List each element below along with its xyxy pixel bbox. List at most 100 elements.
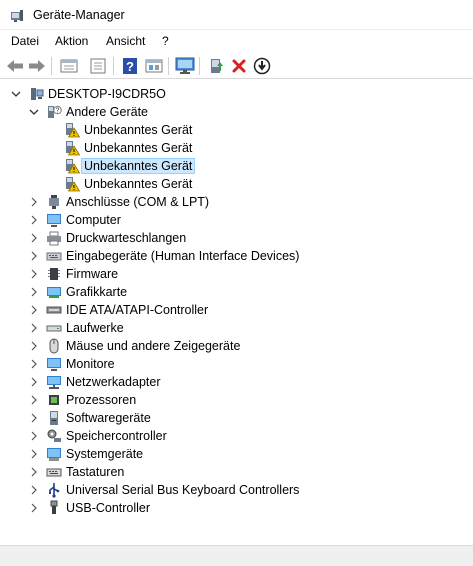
chevron-right-icon[interactable] (28, 250, 40, 262)
chevron-down-icon[interactable] (28, 106, 40, 118)
device-manager-icon (11, 10, 23, 22)
network-adapter-icon (47, 376, 61, 389)
mouse-icon (49, 338, 59, 354)
tree-item-system-devices[interactable]: Systemgeräte (0, 445, 473, 463)
back-button[interactable] (4, 55, 26, 77)
chevron-right-icon[interactable] (28, 448, 40, 460)
tree-item-software-devices[interactable]: Softwaregeräte (0, 409, 473, 427)
menu-help[interactable]: ? (162, 34, 169, 48)
toolbar-separator (51, 57, 52, 75)
tree-item-label: Unbekanntes Gerät (80, 158, 196, 174)
ide-controller-icon (46, 306, 62, 314)
device-tree: DESKTOP-I9CDR5O ? Andere Geräte Unbekann… (0, 83, 473, 545)
monitor-icon (47, 214, 61, 227)
update-driver-button[interactable] (205, 55, 227, 77)
forward-button[interactable] (26, 55, 48, 77)
properties-icon (60, 59, 78, 73)
tree-item-storage-controllers[interactable]: Speichercontroller (0, 427, 473, 445)
chevron-right-icon[interactable] (28, 214, 40, 226)
tree-item-label: USB-Controller (66, 501, 151, 515)
tree-item-usb-keyboard-controllers[interactable]: Universal Serial Bus Keyboard Controller… (0, 481, 473, 499)
tree-item-label: Anschlüsse (COM & LPT) (66, 195, 210, 209)
tree-item-label: Unbekanntes Gerät (84, 123, 193, 137)
tree-item-network[interactable]: Netzwerkadapter (0, 373, 473, 391)
monitor-scan-icon (175, 57, 195, 74)
help-icon: ? (123, 58, 137, 74)
window-title: Geräte-Manager (33, 8, 125, 22)
root-label: DESKTOP-I9CDR5O (48, 87, 166, 101)
tree-item-hid[interactable]: Eingabegeräte (Human Interface Devices) (0, 247, 473, 265)
tree-item-label: Mäuse und andere Zeigegeräte (66, 339, 241, 353)
tree-item-label: Tastaturen (66, 465, 125, 479)
forward-arrow-icon (29, 60, 45, 72)
menu-ansicht[interactable]: Ansicht (106, 34, 145, 48)
properties-button[interactable] (58, 55, 80, 77)
chevron-right-icon[interactable] (28, 394, 40, 406)
resource-view-icon (145, 59, 163, 73)
tree-item-unknown-device[interactable]: Unbekanntes Gerät (0, 121, 473, 139)
status-bar (0, 545, 473, 566)
chevron-right-icon[interactable] (28, 376, 40, 388)
resource-view-button[interactable] (143, 55, 165, 77)
scan-hardware-button[interactable] (174, 55, 196, 77)
tree-item-keyboards[interactable]: Tastaturen (0, 463, 473, 481)
chevron-right-icon[interactable] (28, 232, 40, 244)
tree-item-label: Eingabegeräte (Human Interface Devices) (66, 249, 300, 263)
tree-item-ports[interactable]: Anschlüsse (COM & LPT) (0, 193, 473, 211)
toolbar-separator (199, 57, 200, 75)
tree-item-computer[interactable]: Computer (0, 211, 473, 229)
tree-item-label: Systemgeräte (66, 447, 144, 461)
list-view-icon (90, 58, 106, 74)
chevron-right-icon[interactable] (28, 412, 40, 424)
chevron-right-icon[interactable] (28, 268, 40, 280)
help-button[interactable]: ? (119, 55, 141, 77)
warning-device-icon (66, 177, 80, 192)
chevron-right-icon[interactable] (28, 286, 40, 298)
uninstall-icon (232, 59, 246, 73)
tree-root[interactable]: DESKTOP-I9CDR5O (0, 85, 473, 103)
tree-item-ide[interactable]: IDE ATA/ATAPI-Controller (0, 301, 473, 319)
tree-item-mice[interactable]: Mäuse und andere Zeigegeräte (0, 337, 473, 355)
chevron-right-icon[interactable] (28, 196, 40, 208)
tree-item-print-queues[interactable]: Druckwarteschlangen (0, 229, 473, 247)
chevron-right-icon[interactable] (28, 358, 40, 370)
update-driver-icon (211, 59, 223, 73)
chevron-right-icon[interactable] (28, 304, 40, 316)
svg-text:?: ? (56, 108, 60, 115)
processor-icon (49, 395, 59, 405)
warning-device-icon (66, 141, 80, 156)
list-view-button[interactable] (87, 55, 109, 77)
tree-item-graphics[interactable]: Grafikkarte (0, 283, 473, 301)
chevron-right-icon[interactable] (28, 484, 40, 496)
system-device-icon (47, 448, 61, 461)
tree-item-unknown-device[interactable]: Unbekanntes Gerät (0, 175, 473, 193)
tree-item-unknown-device-selected[interactable]: Unbekanntes Gerät (0, 157, 473, 175)
menu-datei[interactable]: Datei (11, 34, 39, 48)
menu-bar: Datei Aktion Ansicht ? (0, 31, 473, 51)
tree-item-usb-controllers[interactable]: USB-Controller (0, 499, 473, 517)
storage-controller-icon (47, 429, 61, 442)
warning-device-icon (66, 159, 80, 174)
chevron-down-icon[interactable] (10, 88, 22, 100)
chevron-right-icon[interactable] (28, 340, 40, 352)
chevron-right-icon[interactable] (28, 322, 40, 334)
tree-item-label: Netzwerkadapter (66, 375, 161, 389)
menu-aktion[interactable]: Aktion (55, 34, 88, 48)
disable-device-button[interactable] (251, 55, 273, 77)
tree-item-drives[interactable]: Laufwerke (0, 319, 473, 337)
uninstall-button[interactable] (228, 55, 250, 77)
tree-item-firmware[interactable]: Firmware (0, 265, 473, 283)
chevron-right-icon[interactable] (28, 466, 40, 478)
unknown-device-icon: ? (48, 105, 62, 118)
toolbar-separator (113, 57, 114, 75)
tree-item-andere-geraete[interactable]: ? Andere Geräte (0, 103, 473, 121)
tree-item-monitors[interactable]: Monitore (0, 355, 473, 373)
tree-item-processors[interactable]: Prozessoren (0, 391, 473, 409)
tree-item-unknown-device[interactable]: Unbekanntes Gerät (0, 139, 473, 157)
tree-item-label: Universal Serial Bus Keyboard Controller… (66, 483, 300, 497)
chevron-right-icon[interactable] (28, 502, 40, 514)
tree-item-label: Speichercontroller (66, 429, 167, 443)
keyboard-icon (46, 468, 62, 477)
disk-drive-icon (46, 325, 62, 332)
chevron-right-icon[interactable] (28, 430, 40, 442)
